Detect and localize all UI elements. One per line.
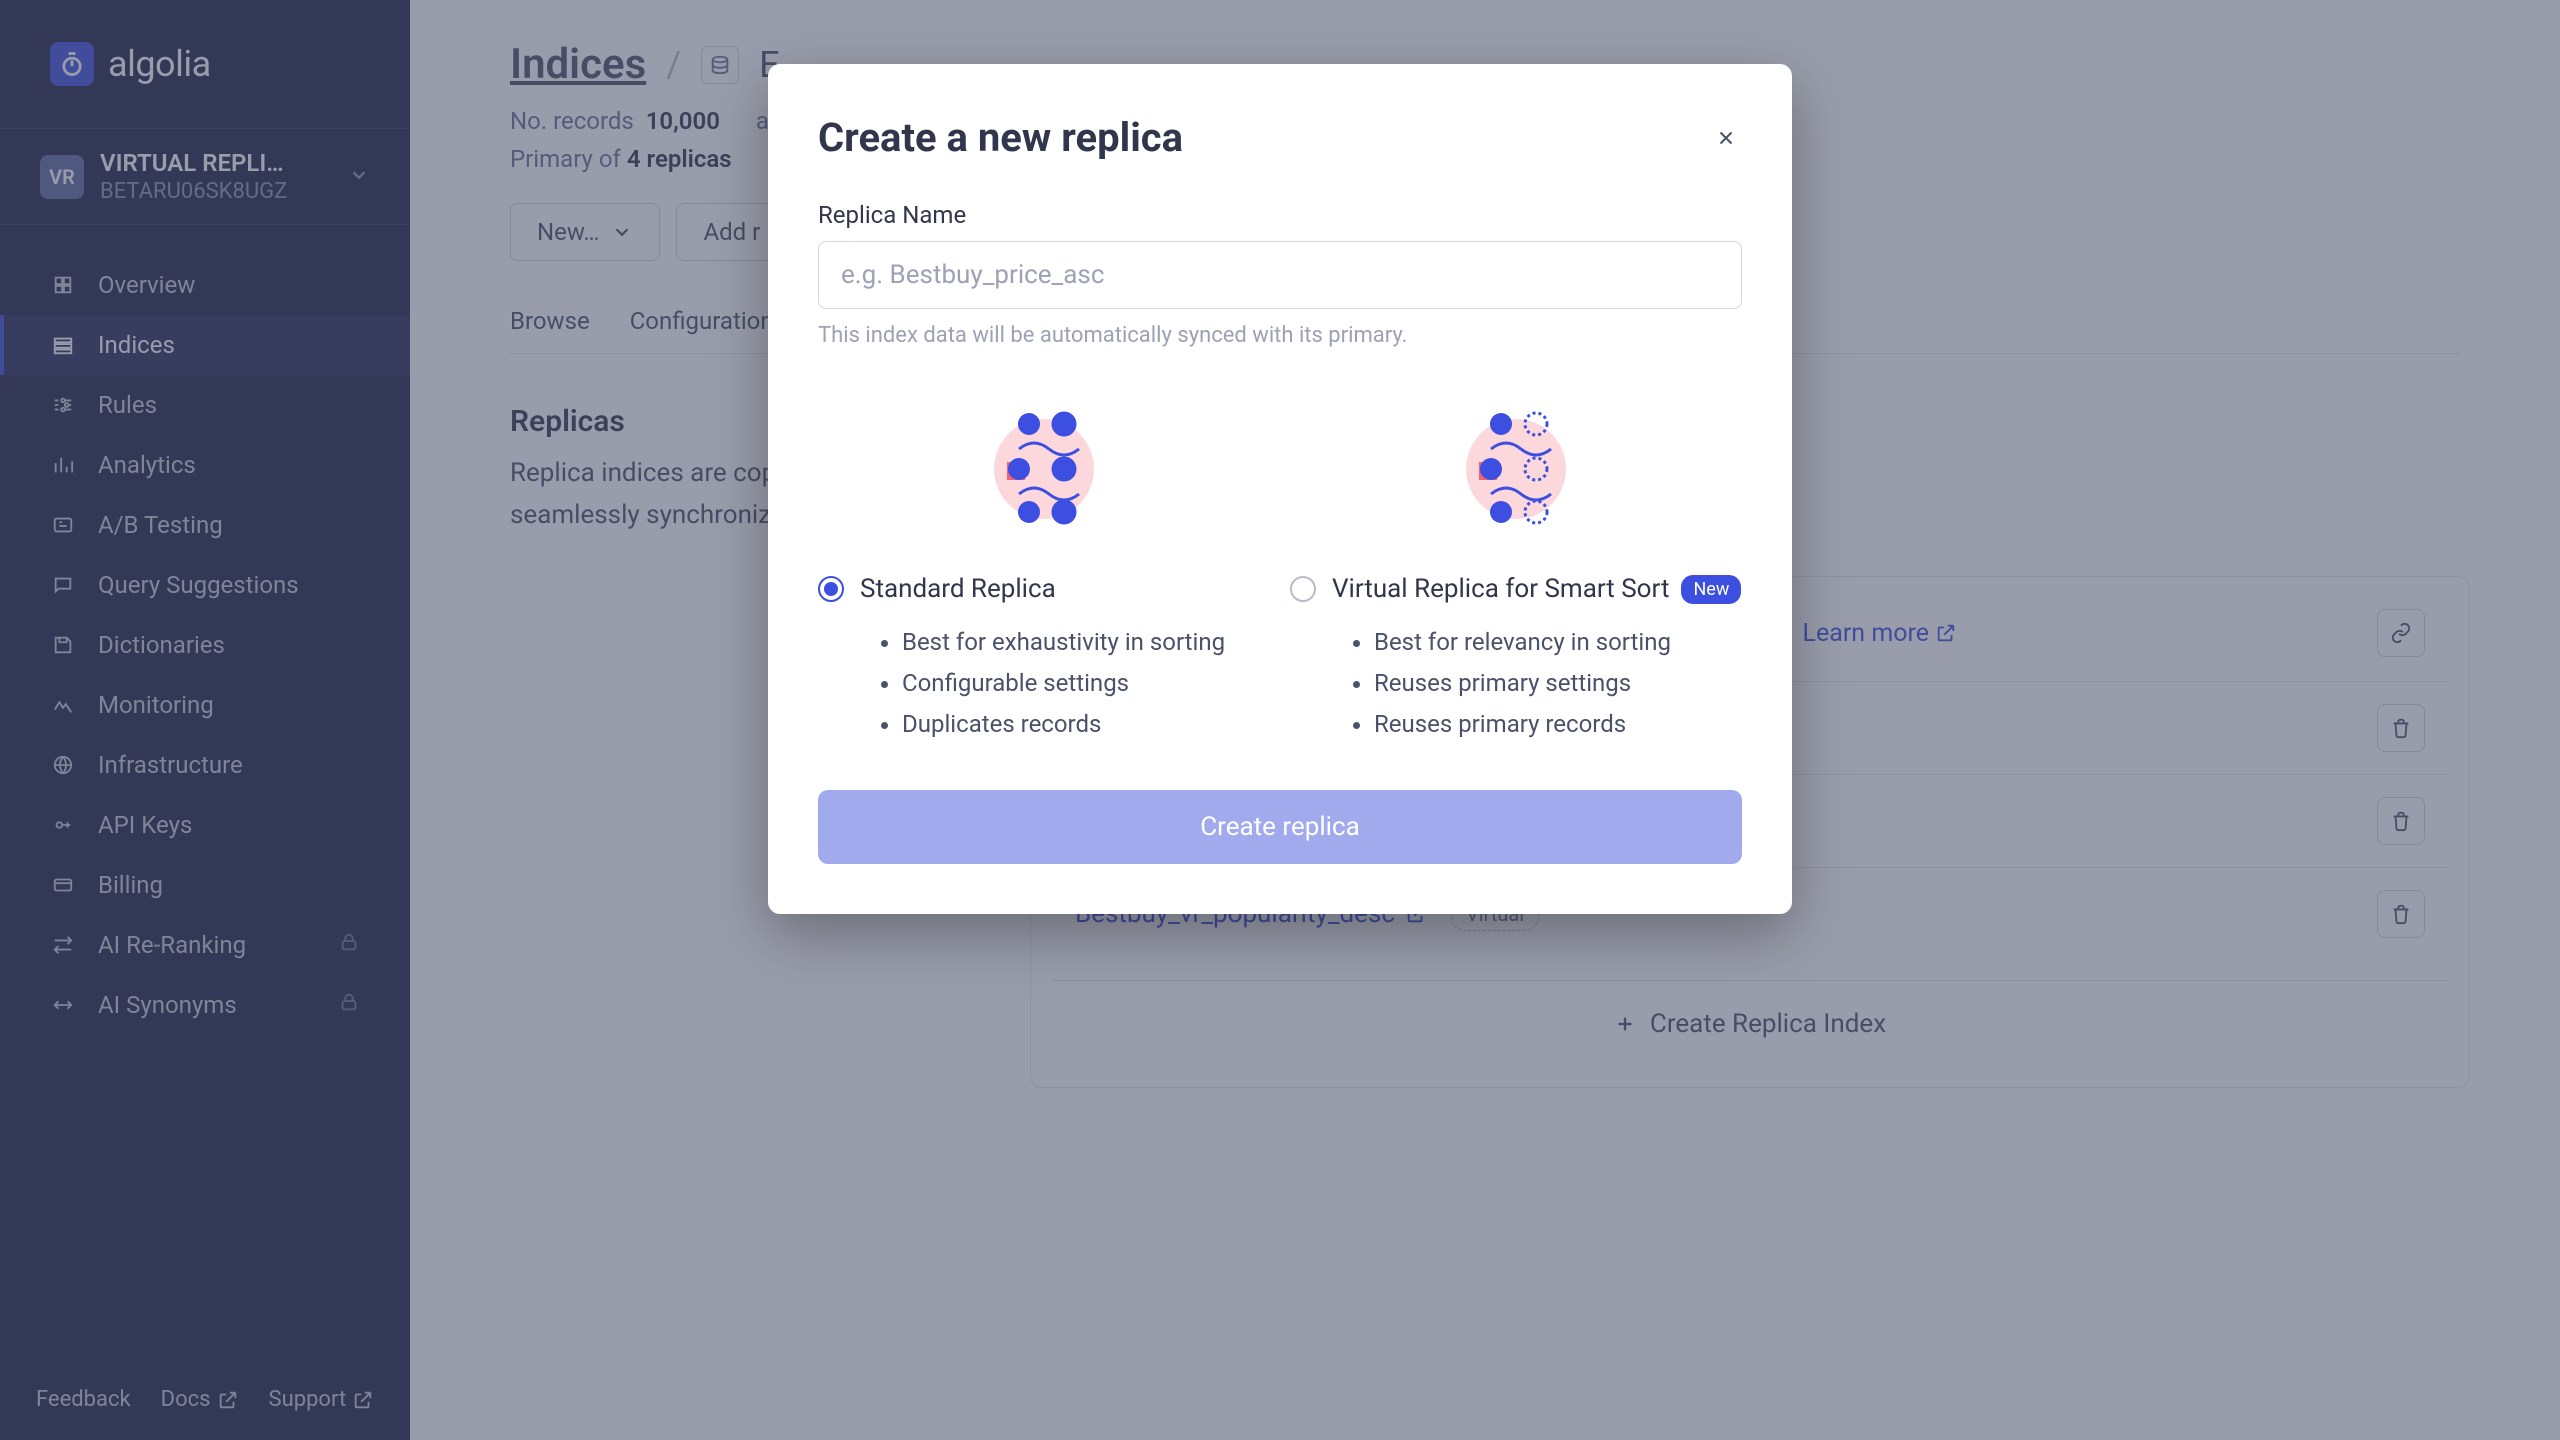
replica-type-option[interactable]: Standard Replica Best for exhaustivity in…	[818, 394, 1270, 744]
modal-title: Create a new replica	[818, 114, 1183, 161]
option-illustration	[818, 394, 1270, 544]
option-illustration	[1290, 394, 1742, 544]
radio-button[interactable]	[1290, 576, 1316, 602]
radio-button[interactable]	[818, 576, 844, 602]
replica-type-option[interactable]: Virtual Replica for Smart Sort New Best f…	[1290, 394, 1742, 744]
create-replica-modal: Create a new replica Replica Name This i…	[768, 64, 1792, 914]
option-bullets: Best for relevancy in sortingReuses prim…	[1350, 622, 1742, 744]
replica-name-help: This index data will be automatically sy…	[818, 323, 1742, 348]
create-replica-submit-button[interactable]: Create replica	[818, 790, 1742, 864]
option-bullets: Best for exhaustivity in sortingConfigur…	[878, 622, 1270, 744]
option-title: Standard Replica	[860, 574, 1056, 604]
replica-options: Standard Replica Best for exhaustivity in…	[818, 394, 1742, 744]
replica-name-input[interactable]	[818, 241, 1742, 309]
new-badge: New	[1681, 575, 1741, 604]
modal-overlay[interactable]: Create a new replica Replica Name This i…	[0, 0, 2560, 1440]
close-button[interactable]	[1710, 122, 1742, 154]
replica-name-label: Replica Name	[818, 201, 1742, 229]
option-title: Virtual Replica for Smart Sort New	[1332, 574, 1741, 604]
close-icon	[1715, 127, 1737, 149]
